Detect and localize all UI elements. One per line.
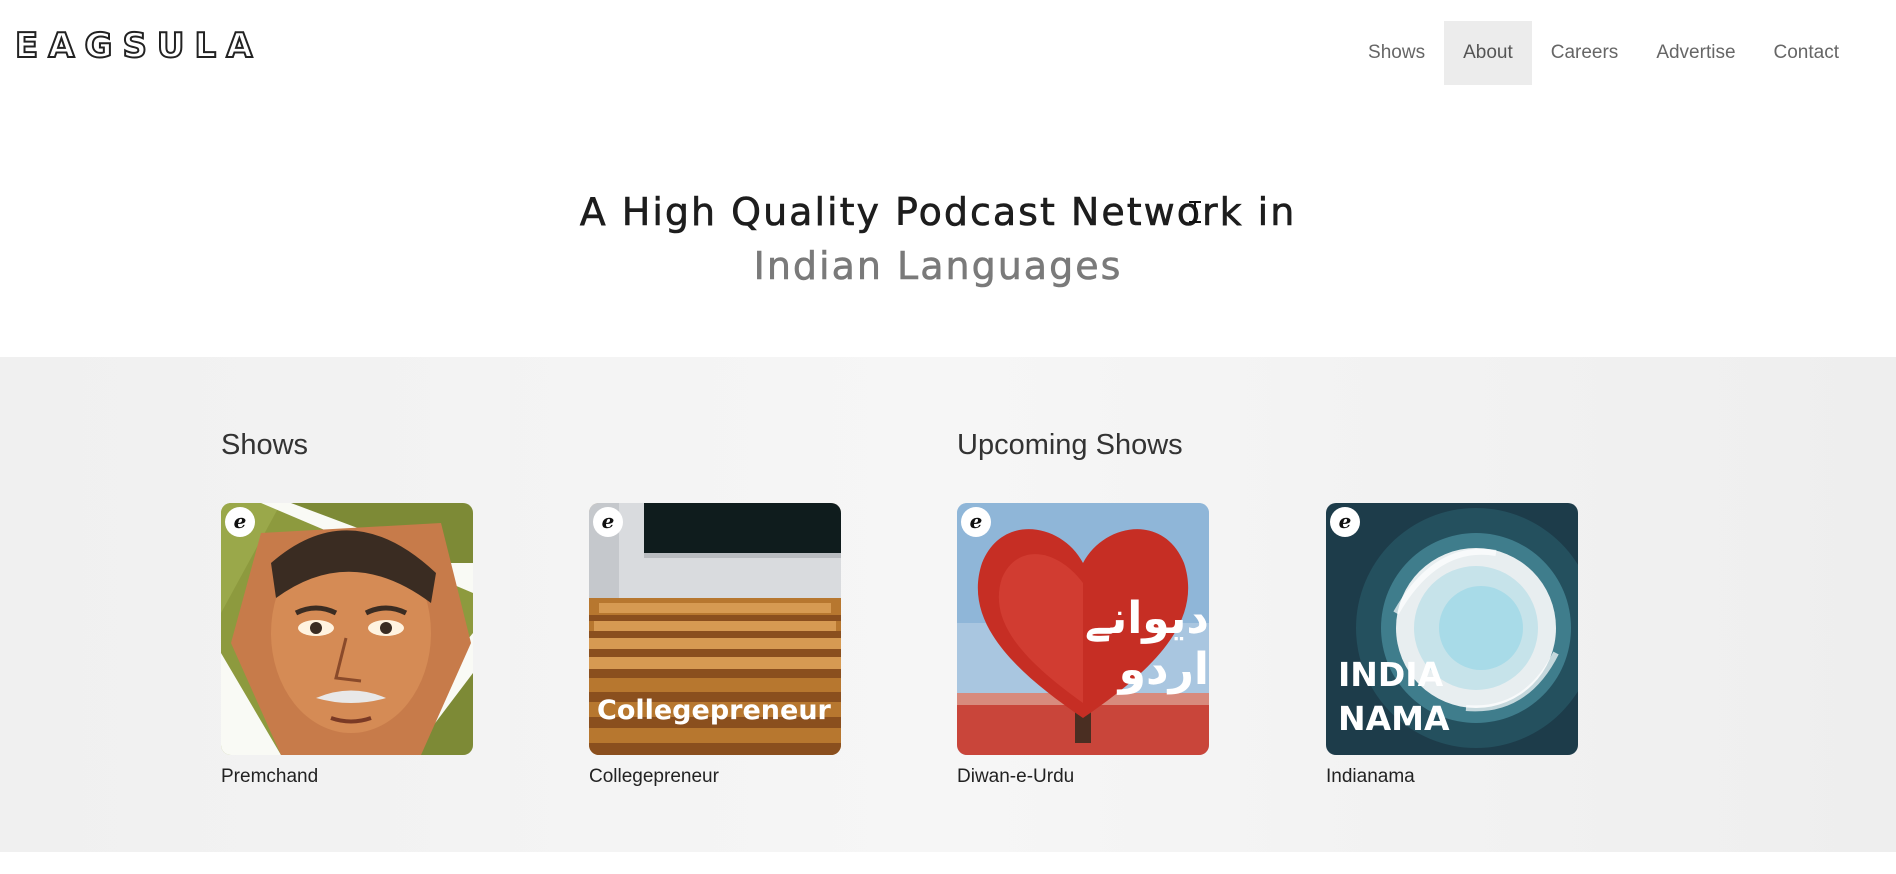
indianama-art-line2: NAMA <box>1338 699 1450 738</box>
hero-title: A High Quality Podcast Network in <box>579 190 1297 235</box>
nav-advertise[interactable]: Advertise <box>1637 21 1754 85</box>
site-logo[interactable]: EAGSULA <box>14 25 263 67</box>
nav-shows[interactable]: Shows <box>1349 21 1444 85</box>
show-title[interactable]: Indianama <box>1326 766 1578 788</box>
site-header: EAGSULA Shows About Careers Advertise Co… <box>0 0 1896 100</box>
indianama-art-line1: INDIA <box>1338 655 1444 694</box>
shows-section: Shows Upcoming Shows e Premchand e Colle… <box>0 357 1896 852</box>
nav-contact[interactable]: Contact <box>1755 21 1858 85</box>
collegepreneur-art-text: Collegepreneur <box>597 695 831 726</box>
eagsula-badge-icon: e <box>225 507 255 537</box>
show-cover-indianama[interactable]: e INDIA NAMA <box>1326 503 1578 755</box>
hero-section: A High Quality Podcast Network in Indian… <box>0 100 1896 357</box>
show-card-diwan-e-urdu[interactable]: e دیوانے اردو Diwan-e-Urdu <box>957 503 1209 788</box>
eagsula-badge-icon: e <box>1330 507 1360 537</box>
show-title[interactable]: Collegepreneur <box>589 766 841 788</box>
indianama-art-text: INDIA NAMA <box>1338 653 1450 741</box>
show-card-indianama[interactable]: e INDIA NAMA Indianama <box>1326 503 1578 788</box>
hero-subtitle: Indian Languages <box>753 244 1123 289</box>
urdu-art-text: دیوانے اردو <box>1084 593 1209 695</box>
show-card-collegepreneur[interactable]: e Collegepreneur Collegepreneur <box>589 503 841 788</box>
show-cover-collegepreneur[interactable]: e Collegepreneur <box>589 503 841 755</box>
show-cover-diwan-e-urdu[interactable]: e دیوانے اردو <box>957 503 1209 755</box>
show-card-premchand[interactable]: e Premchand <box>221 503 473 788</box>
eagsula-badge-icon: e <box>593 507 623 537</box>
shows-heading: Shows <box>221 429 309 461</box>
show-title[interactable]: Diwan-e-Urdu <box>957 766 1209 788</box>
show-cover-premchand[interactable]: e <box>221 503 473 755</box>
nav-about[interactable]: About <box>1444 21 1532 85</box>
text-cursor-icon <box>1188 199 1202 225</box>
nav-careers[interactable]: Careers <box>1532 21 1638 85</box>
show-title[interactable]: Premchand <box>221 766 473 788</box>
upcoming-shows-heading: Upcoming Shows <box>957 429 1183 461</box>
eagsula-badge-icon: e <box>961 507 991 537</box>
footer-strip <box>0 852 1896 874</box>
main-nav: Shows About Careers Advertise Contact <box>1349 21 1858 85</box>
